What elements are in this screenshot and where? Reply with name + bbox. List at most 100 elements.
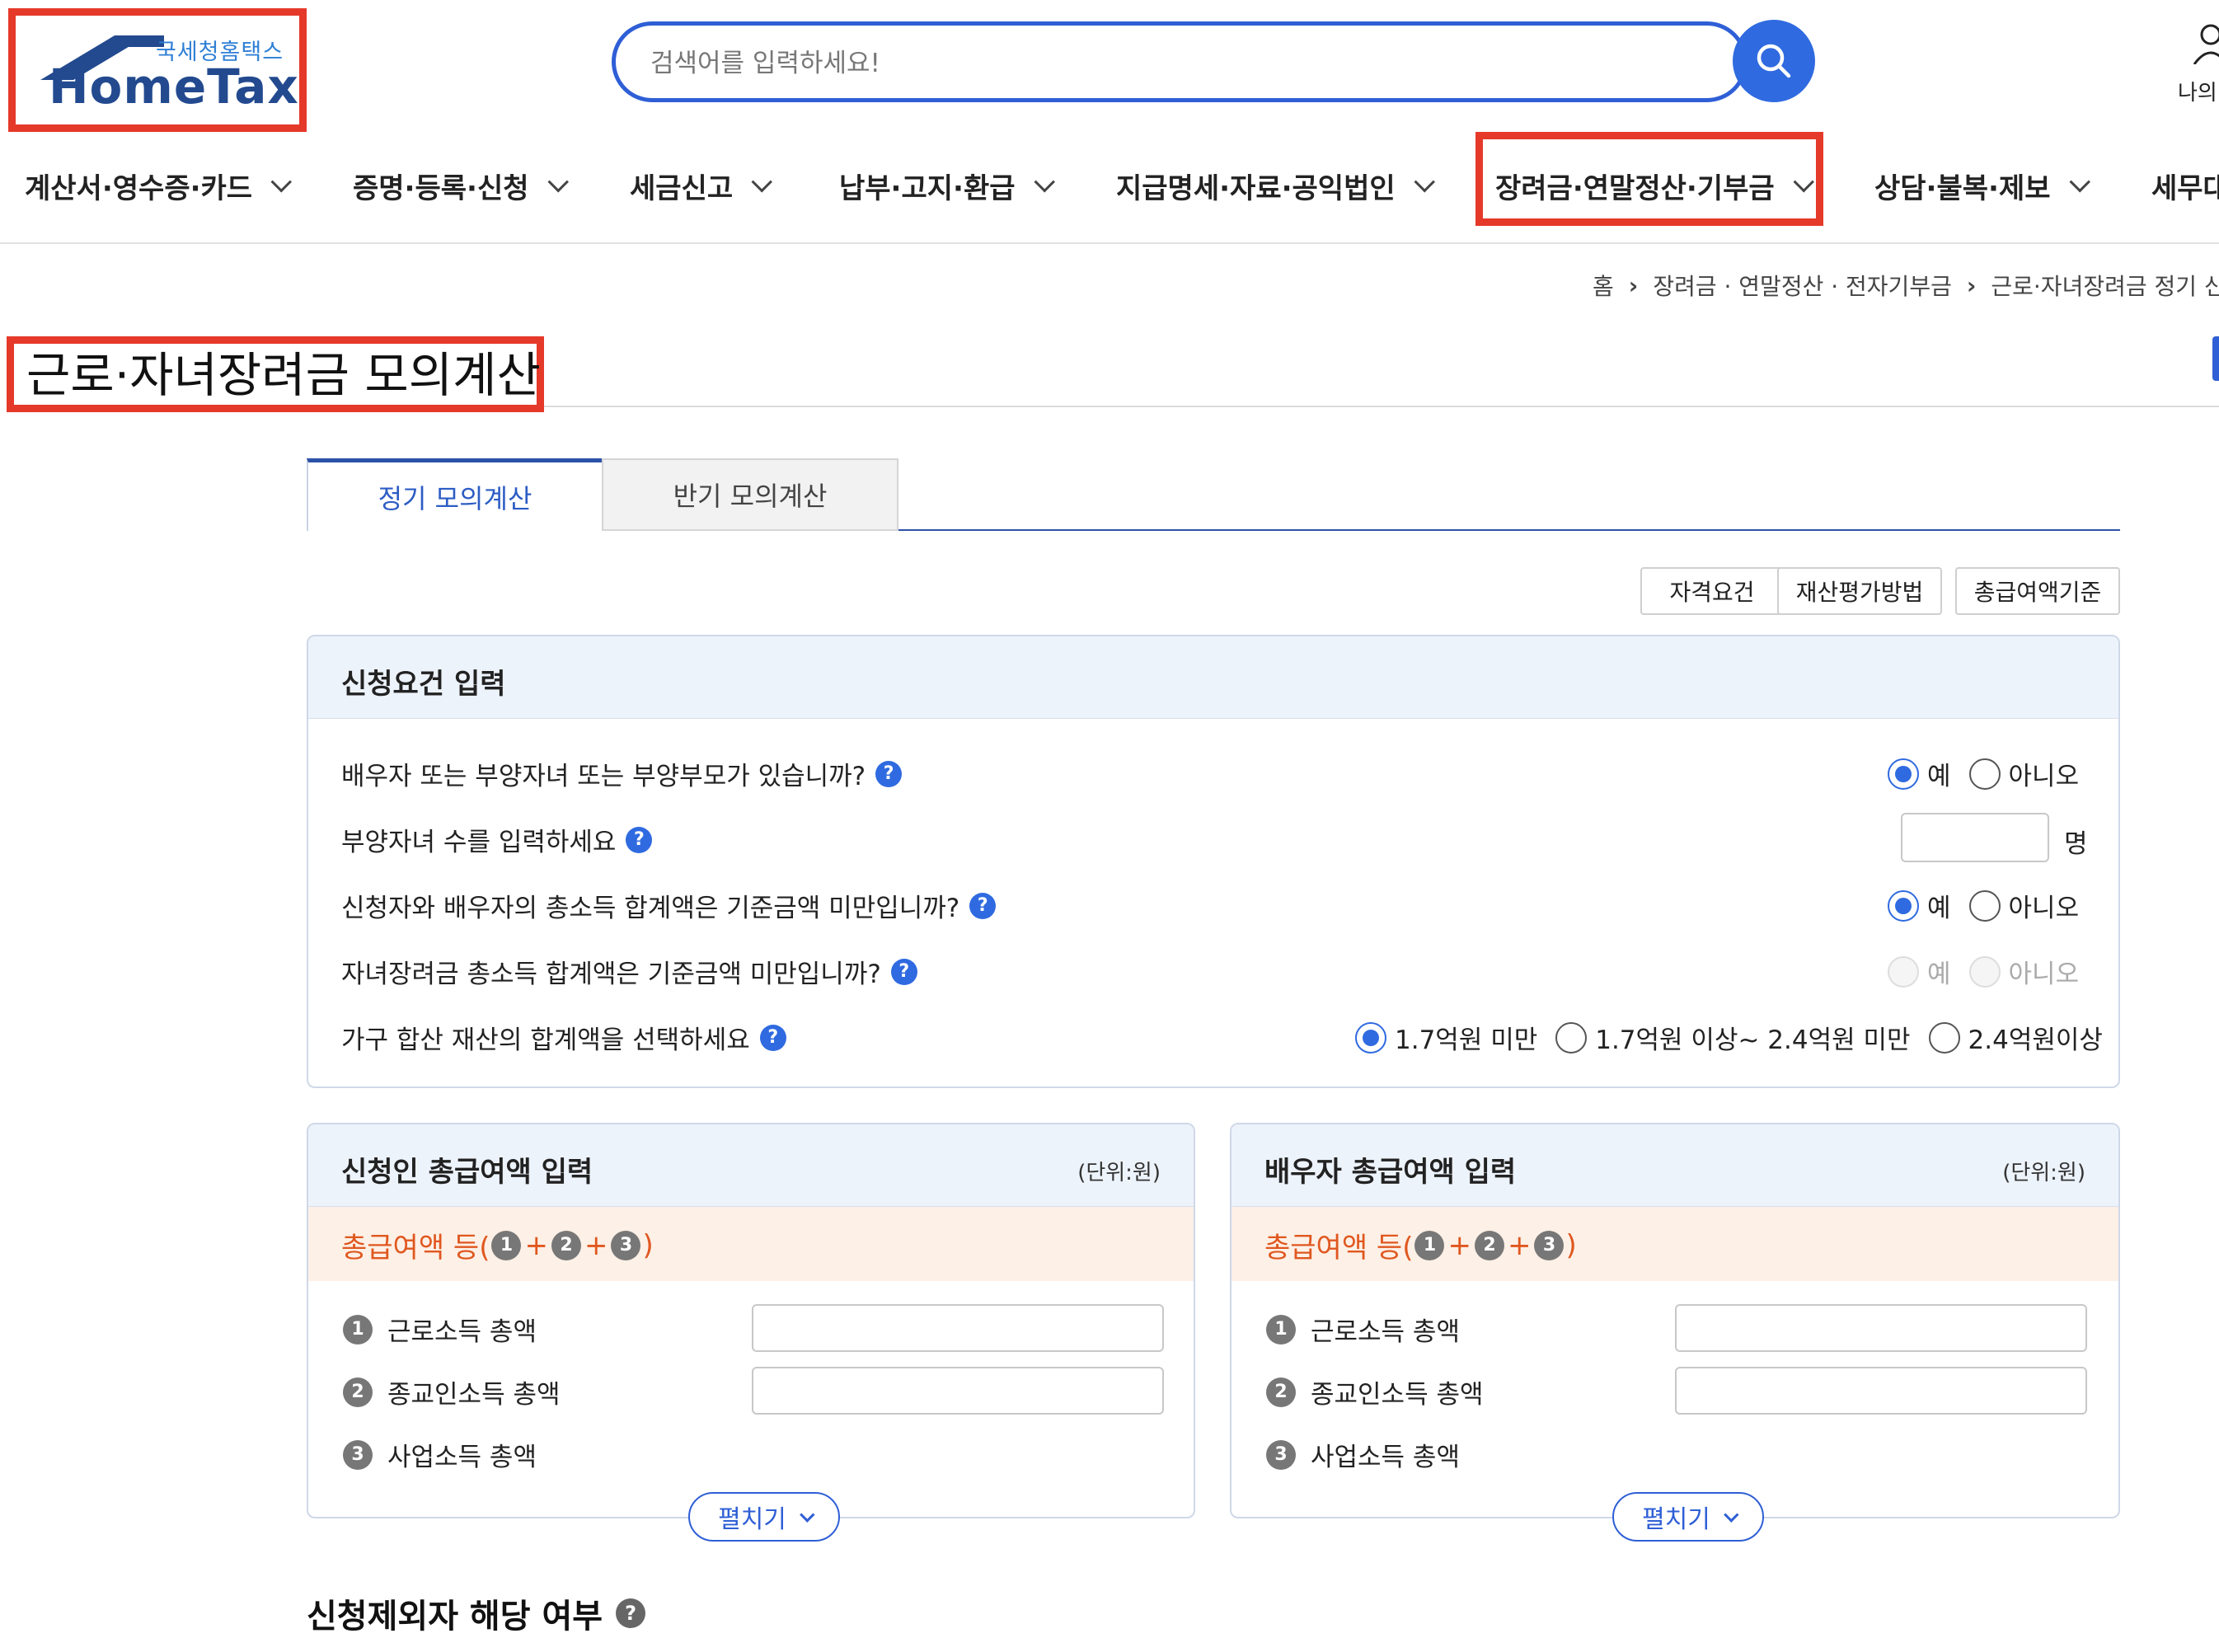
radio-yes — [1888, 955, 1919, 988]
number-1-icon: 1 — [1266, 1314, 1296, 1345]
religious-income-input[interactable] — [1675, 1367, 2087, 1415]
breadcrumb-home[interactable]: 홈 — [1593, 269, 1614, 302]
gnb-label: 지급명세·자료·공익법인 — [1116, 171, 1396, 205]
number-2-icon: 2 — [551, 1230, 581, 1260]
number-1-icon: 1 — [343, 1314, 373, 1345]
help-icon[interactable]: ? — [875, 760, 903, 787]
radio-group-dependents: 예 아니오 — [1888, 755, 2079, 792]
panel-title: 신청인 총급여액 입력 — [341, 1156, 593, 1189]
gnb-item-consult[interactable]: 상담·불복·제보 — [1874, 157, 2090, 214]
expand-button-applicant[interactable]: 펼치기 — [688, 1492, 840, 1542]
user-icon[interactable] — [2193, 23, 2219, 64]
help-icon[interactable]: ? — [890, 958, 917, 985]
applicant-salary-panel: 신청인 총급여액 입력 (단위:원) 총급여액 등( 1 + 2 + 3 ) 1 근… — [307, 1123, 1195, 1518]
salary-formula-band: 총급여액 등( 1 + 2 + 3 ) — [308, 1207, 1194, 1281]
number-3-icon: 3 — [1534, 1230, 1565, 1260]
search-icon — [1757, 44, 1791, 78]
panel-title: 신청요건 입력 — [341, 668, 506, 701]
religious-income-input[interactable] — [752, 1367, 1164, 1415]
income-label: 종교인소득 총액 — [387, 1380, 561, 1410]
child-count-input[interactable] — [1901, 813, 2049, 862]
title-divider — [544, 406, 2219, 407]
hometax-logo[interactable]: 국세청홈택스 HomeTax — [8, 8, 307, 132]
help-icon[interactable]: ? — [616, 1598, 646, 1628]
eligibility-button[interactable]: 자격요건 — [1640, 567, 1784, 615]
income-label: 종교인소득 총액 — [1311, 1380, 1484, 1410]
help-icon[interactable]: ? — [626, 826, 653, 853]
chevron-down-icon — [800, 1506, 815, 1523]
salary-formula-close: ) — [642, 1228, 654, 1262]
page-title: 근로·자녀장려금 모의계산 — [26, 347, 541, 403]
tab-half-year[interactable]: 반기 모의계산 — [602, 458, 898, 531]
tab-underline — [898, 529, 2120, 531]
chevron-down-icon — [1414, 171, 1435, 193]
number-2-icon: 2 — [1266, 1377, 1296, 1407]
breadcrumb-category[interactable]: 장려금 · 연말정산 · 전자기부금 — [1653, 269, 1952, 302]
radio-label: 아니오 — [2008, 894, 2080, 923]
radio-label: 아니오 — [2008, 960, 2080, 989]
radio-yes[interactable] — [1888, 758, 1919, 790]
number-3-icon: 3 — [343, 1439, 373, 1470]
radio-under-1-7[interactable] — [1355, 1021, 1386, 1054]
chevron-right-icon: › — [1628, 271, 1639, 299]
question-text: 신청자와 배우자의 총소득 합계액은 기준금액 미만입니까? — [341, 894, 960, 923]
radio-label: 아니오 — [2008, 762, 2080, 791]
chevron-down-icon — [751, 171, 773, 193]
gnb-item-invoice[interactable]: 계산서·영수증·카드 — [25, 157, 293, 214]
question-text: 부양자녀 수를 입력하세요 — [341, 828, 617, 857]
income-row-religious: 2 종교인소득 총액 — [341, 1373, 561, 1410]
question-household-assets: 가구 합산 재산의 합계액을 선택하세요 ? — [341, 1019, 786, 1056]
chevron-down-icon — [1034, 171, 1055, 193]
search-button[interactable] — [1733, 20, 1815, 102]
help-icon[interactable]: ? — [969, 892, 997, 919]
tab-regular[interactable]: 정기 모의계산 — [307, 458, 603, 531]
salary-formula: 총급여액 등( 1 + 2 + 3 ) — [1264, 1225, 1577, 1265]
search-input[interactable] — [650, 49, 1640, 78]
radio-label: 1.7억원 미만 — [1395, 1025, 1538, 1055]
radio-yes[interactable] — [1888, 889, 1919, 922]
side-tab-edge[interactable] — [2212, 336, 2219, 381]
chevron-down-icon — [1724, 1506, 1739, 1523]
question-text: 배우자 또는 부양자녀 또는 부양부모가 있습니까? — [341, 762, 866, 791]
chevron-down-icon — [270, 171, 293, 193]
gnb-label: 세금신고 — [630, 171, 734, 205]
asset-method-button[interactable]: 재산평가방법 — [1777, 567, 1942, 615]
income-row-religious: 2 종교인소득 총액 — [1264, 1373, 1484, 1410]
help-icon[interactable]: ? — [759, 1024, 786, 1051]
income-row-business: 3 사업소득 총액 — [1264, 1436, 1460, 1473]
radio-no[interactable] — [1968, 758, 2001, 790]
number-1-icon: 1 — [491, 1230, 522, 1260]
radio-over-2-4[interactable] — [1928, 1021, 1960, 1054]
my-menu-label[interactable]: 나의 — [2178, 76, 2217, 106]
gnb-item-certificate[interactable]: 증명·등록·신청 — [353, 157, 569, 214]
exclusion-section-title: 신청제외자 해당 여부 ? — [307, 1589, 646, 1637]
salary-formula-band: 총급여액 등( 1 + 2 + 3 ) — [1231, 1207, 2118, 1281]
gnb-item-tax-agent[interactable]: 세무대 — [2151, 157, 2219, 214]
radio-label: 2.4억원이상 — [1968, 1025, 2103, 1055]
salary-formula-label: 총급여액 등( — [1264, 1232, 1414, 1265]
question-text: 자녀장려금 총소득 합계액은 기준금액 미만입니까? — [341, 960, 881, 989]
labor-income-input[interactable] — [1675, 1304, 2087, 1352]
gnb-item-tax-report[interactable]: 세금신고 — [630, 157, 773, 214]
panel-header: 배우자 총급여액 입력 (단위:원) — [1231, 1124, 2118, 1207]
salary-formula: 총급여액 등( 1 + 2 + 3 ) — [341, 1225, 654, 1265]
radio-no — [1968, 955, 2001, 988]
salary-criteria-button[interactable]: 총급여액기준 — [1955, 567, 2120, 615]
main-navigation: 계산서·영수증·카드 증명·등록·신청 세금신고 납부·고지·환급 지급명세·자… — [0, 132, 2219, 244]
number-3-icon: 3 — [611, 1230, 641, 1260]
expand-button-spouse[interactable]: 펼치기 — [1612, 1492, 1764, 1542]
question-text: 가구 합산 재산의 합계액을 선택하세요 — [341, 1025, 750, 1055]
panel-header: 신청요건 입력 — [308, 636, 2118, 719]
income-label: 근로소득 총액 — [387, 1317, 537, 1347]
radio-no[interactable] — [1968, 889, 2001, 922]
breadcrumb: 홈 › 장려금 · 연말정산 · 전자기부금 › 근로·자녀장려금 정기 신 — [1593, 269, 2219, 302]
gnb-item-payment[interactable]: 납부·고지·환급 — [839, 157, 1055, 214]
labor-income-input[interactable] — [752, 1304, 1164, 1352]
unit-label: (단위:원) — [1077, 1161, 1161, 1185]
gnb-item-statement[interactable]: 지급명세·자료·공익법인 — [1116, 157, 1435, 214]
radio-1-7-to-2-4[interactable] — [1555, 1021, 1588, 1054]
number-2-icon: 2 — [1474, 1230, 1504, 1260]
breadcrumb-current: 근로·자녀장려금 정기 신 — [1991, 273, 2219, 300]
radio-group-assets: 1.7억원 미만 1.7억원 이상~ 2.4억원 미만 2.4억원이상 — [1355, 1019, 2103, 1056]
radio-group-child-incentive: 예 아니오 — [1888, 953, 2079, 990]
